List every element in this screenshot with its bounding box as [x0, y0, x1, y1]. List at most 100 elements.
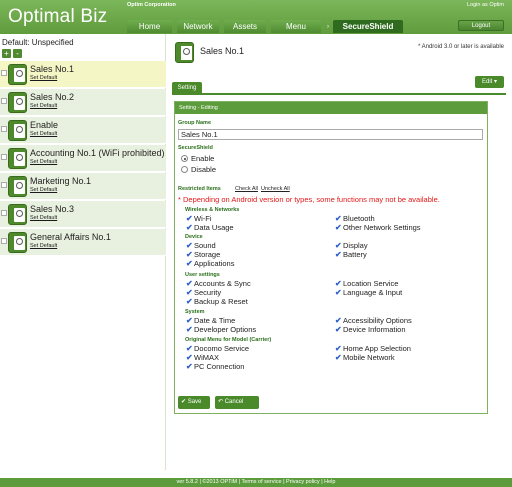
checkbox-datetime[interactable]: ✔	[186, 317, 193, 325]
item-data-usage: Data Usage	[194, 223, 234, 232]
set-default-link[interactable]: Set Default	[30, 243, 57, 249]
app-logo: Optimal Biz	[8, 6, 108, 27]
group-checkbox[interactable]	[1, 98, 7, 104]
logout-button[interactable]: Logout	[458, 20, 504, 31]
group-sidebar: Default: Unspecified + - Sales No.1 Set …	[0, 34, 166, 470]
item-sound: Sound	[194, 241, 216, 250]
item-mobile-network: Mobile Network	[343, 353, 395, 362]
disable-radio[interactable]	[181, 166, 188, 173]
group-item[interactable]: Sales No.1 Set Default	[0, 61, 166, 88]
panel-title: Setting - Editing	[175, 102, 487, 114]
checkbox-battery[interactable]: ✔	[335, 251, 342, 259]
set-default-link[interactable]: Set Default	[30, 187, 57, 193]
group-item[interactable]: Sales No.2 Set Default	[0, 89, 166, 116]
checkbox-sound[interactable]: ✔	[186, 242, 193, 250]
group-item[interactable]: Enable Set Default	[0, 117, 166, 144]
shield-lock-icon	[8, 176, 27, 197]
checkbox-display[interactable]: ✔	[335, 242, 342, 250]
item-battery: Battery	[343, 250, 367, 259]
uncheck-all-link[interactable]: Uncheck All	[261, 186, 290, 192]
shield-lock-icon	[175, 42, 194, 63]
item-home-app: Home App Selection	[343, 344, 411, 353]
shield-lock-icon	[8, 204, 27, 225]
restricted-items-label: Restricted Items	[178, 186, 221, 192]
group-checkbox[interactable]	[1, 126, 7, 132]
checkbox-location[interactable]: ✔	[335, 280, 342, 288]
item-location: Location Service	[343, 279, 399, 288]
nav-menu[interactable]: Menu	[271, 20, 321, 33]
checkbox-accounts[interactable]: ✔	[186, 280, 193, 288]
item-accessibility: Accessibility Options	[343, 316, 412, 325]
checkbox-other-network[interactable]: ✔	[335, 224, 342, 232]
remove-group-button[interactable]: -	[13, 49, 22, 58]
checkbox-pc-connection[interactable]: ✔	[186, 363, 193, 371]
shield-lock-icon	[8, 92, 27, 113]
group-name: Sales No.1	[30, 64, 75, 74]
checkbox-wifi[interactable]: ✔	[186, 215, 193, 223]
item-backup: Backup & Reset	[194, 297, 248, 306]
checkbox-device-info[interactable]: ✔	[335, 326, 342, 334]
check-all-link[interactable]: Check All	[235, 186, 258, 192]
nav-network[interactable]: Network	[177, 20, 219, 33]
group-checkbox[interactable]	[1, 210, 7, 216]
checkbox-docomo[interactable]: ✔	[186, 345, 193, 353]
group-name: Marketing No.1	[30, 176, 92, 186]
nav-secureshield[interactable]: SecureShield	[333, 20, 403, 33]
company-name: Optim Corporation	[127, 2, 176, 8]
item-storage: Storage	[194, 250, 221, 259]
checkbox-accessibility[interactable]: ✔	[335, 317, 342, 325]
page-title: Sales No.1	[200, 46, 245, 56]
group-checkbox[interactable]	[1, 238, 7, 244]
item-other-network: Other Network Settings	[343, 223, 421, 232]
group-name-label: Group Name	[178, 120, 212, 126]
group-checkbox[interactable]	[1, 70, 7, 76]
item-accounts: Accounts & Sync	[194, 279, 251, 288]
cancel-button[interactable]: ↶ Cancel	[215, 396, 259, 409]
nav-separator: ›	[327, 24, 329, 30]
item-wifi: Wi-Fi	[194, 214, 212, 223]
checkbox-backup[interactable]: ✔	[186, 298, 193, 306]
checkbox-security[interactable]: ✔	[186, 289, 193, 297]
nav-assets[interactable]: Assets	[224, 20, 266, 33]
item-pc-connection: PC Connection	[194, 362, 245, 371]
item-datetime: Date & Time	[194, 316, 236, 325]
group-item[interactable]: Sales No.3 Set Default	[0, 201, 166, 228]
item-applications: Applications	[194, 259, 235, 268]
set-default-link[interactable]: Set Default	[30, 215, 57, 221]
enable-radio[interactable]	[181, 155, 188, 162]
checkbox-language[interactable]: ✔	[335, 289, 342, 297]
set-default-link[interactable]: Set Default	[30, 103, 57, 109]
checkbox-mobile-network[interactable]: ✔	[335, 354, 342, 362]
group-name-input[interactable]: Sales No.1	[178, 129, 483, 140]
nav-home[interactable]: Home	[127, 20, 172, 33]
group-checkbox[interactable]	[1, 182, 7, 188]
checkbox-bluetooth[interactable]: ✔	[335, 215, 342, 223]
checkbox-developer[interactable]: ✔	[186, 326, 193, 334]
warning-text: * Depending on Android version or types,…	[178, 195, 440, 204]
group-item[interactable]: General Affairs No.1 Set Default	[0, 229, 166, 256]
default-group-label: Default: Unspecified	[2, 38, 74, 47]
category-user-settings: User settings	[185, 272, 220, 278]
item-wimax: WiMAX	[194, 353, 219, 362]
add-group-button[interactable]: +	[2, 49, 11, 58]
category-wireless: Wireless & Networks	[185, 207, 240, 213]
checkbox-data-usage[interactable]: ✔	[186, 224, 193, 232]
group-item[interactable]: Accounting No.1 (WiFi prohibited) Set De…	[0, 145, 166, 172]
edit-button[interactable]: Edit ▾	[475, 76, 504, 88]
save-button[interactable]: ✔ Save	[178, 396, 210, 409]
group-name: General Affairs No.1	[30, 232, 111, 242]
checkbox-storage[interactable]: ✔	[186, 251, 193, 259]
set-default-link[interactable]: Set Default	[30, 75, 57, 81]
login-status: Login as Optim	[467, 2, 504, 8]
group-name: Enable	[30, 120, 59, 130]
app-header: Optimal Biz Optim Corporation Login as O…	[0, 0, 512, 34]
checkbox-home-app[interactable]: ✔	[335, 345, 342, 353]
category-device: Device	[185, 234, 203, 240]
set-default-link[interactable]: Set Default	[30, 131, 57, 137]
group-item[interactable]: Marketing No.1 Set Default	[0, 173, 166, 200]
checkbox-applications[interactable]: ✔	[186, 260, 193, 268]
item-security: Security	[194, 288, 222, 297]
group-checkbox[interactable]	[1, 154, 7, 160]
checkbox-wimax[interactable]: ✔	[186, 354, 193, 362]
set-default-link[interactable]: Set Default	[30, 159, 57, 165]
